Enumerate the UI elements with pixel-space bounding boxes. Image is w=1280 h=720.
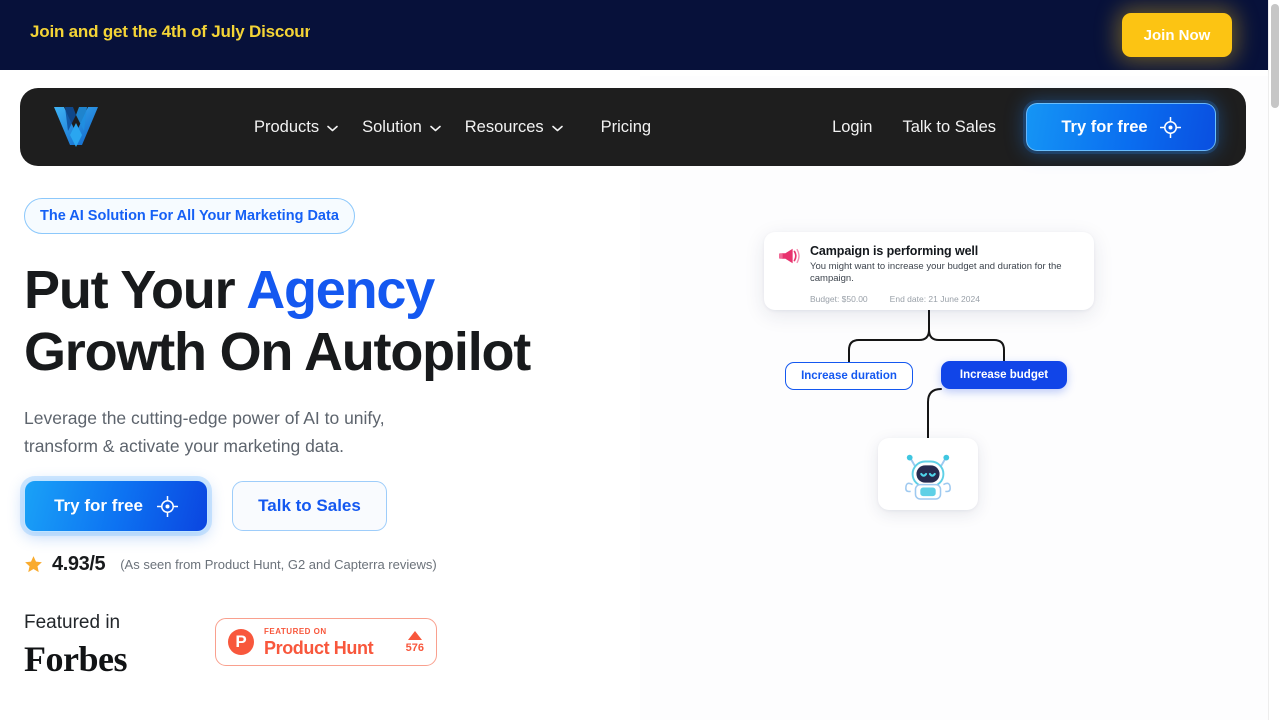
talk-to-sales-link[interactable]: Talk to Sales xyxy=(902,118,996,137)
featured-in-label: Featured in xyxy=(24,612,121,633)
nav-try-for-free-button[interactable]: Try for free xyxy=(1026,103,1216,151)
product-hunt-badge[interactable]: P FEATURED ON Product Hunt 576 xyxy=(215,618,437,666)
nav-item-solution-label: Solution xyxy=(362,117,422,136)
login-link[interactable]: Login xyxy=(832,118,872,137)
chevron-down-icon xyxy=(551,125,563,132)
hero-talk-to-sales-label: Talk to Sales xyxy=(258,496,361,515)
chevron-down-icon xyxy=(327,125,338,132)
product-hunt-kicker: FEATURED ON xyxy=(264,626,327,636)
headline-accent-word: Agency xyxy=(246,260,435,320)
hero-illustration: Campaign is performing well You might wa… xyxy=(640,180,1268,600)
page-scrollbar[interactable] xyxy=(1268,0,1280,720)
flow-node-increase-duration[interactable]: Increase duration xyxy=(785,362,913,390)
flow-node-increase-duration-label: Increase duration xyxy=(801,370,897,382)
chevron-down-icon xyxy=(429,125,441,132)
hero-cta-row: Try for free Talk to Sales xyxy=(24,480,387,532)
hero-badge-label: The AI Solution For All Your Marketing D… xyxy=(40,208,339,224)
nav-item-products-label: Products xyxy=(254,117,320,136)
megaphone-icon xyxy=(778,246,800,266)
page-root: Join and get the 4th of July Discount Jo… xyxy=(0,0,1268,720)
nav-try-for-free-label: Try for free xyxy=(1061,117,1148,136)
flow-node-increase-budget-label: Increase budget xyxy=(959,369,1049,381)
featured-in-section: Featured in Forbes P FEATURED ON Product… xyxy=(24,610,437,680)
brand-logo-icon[interactable] xyxy=(52,105,100,149)
campaign-card-meta: Budget: $50.00 End date: 21 June 2024 xyxy=(810,294,1080,304)
upvote-triangle-icon xyxy=(407,630,422,640)
hero-subheading: Leverage the cutting-edge power of AI to… xyxy=(24,408,385,456)
star-icon xyxy=(24,555,43,574)
rating-source-note: (As seen from Product Hunt, G2 and Capte… xyxy=(120,557,437,572)
join-now-button[interactable]: Join Now xyxy=(1122,13,1232,57)
flow-node-increase-budget[interactable]: Increase budget xyxy=(941,361,1067,389)
product-hunt-icon: P xyxy=(228,629,254,655)
rating-score: 4.93/5 xyxy=(52,553,106,575)
headline-line1-prefix: Put Your xyxy=(24,260,247,320)
nav-item-solution[interactable]: Solution xyxy=(362,118,441,137)
headline-line2: Growth On Autopilot xyxy=(24,322,531,382)
rating-row: 4.93/5 (As seen from Product Hunt, G2 an… xyxy=(24,553,437,576)
robot-assistant-icon xyxy=(900,448,956,500)
hero-try-for-free-label: Try for free xyxy=(54,496,143,515)
nav-item-resources[interactable]: Resources xyxy=(465,118,563,137)
page-title: Put Your Agency Growth On Autopilot xyxy=(24,259,644,383)
nav-item-products[interactable]: Products xyxy=(254,118,338,137)
product-hunt-upvote-count: 576 xyxy=(405,641,424,654)
campaign-budget: Budget: $50.00 xyxy=(810,294,868,304)
forbes-logo: Forbes xyxy=(24,639,127,679)
campaign-card-description: You might want to increase your budget a… xyxy=(810,261,1062,284)
announcement-text: Join and get the 4th of July Discount xyxy=(30,22,310,41)
campaign-end-date: End date: 21 June 2024 xyxy=(889,294,980,304)
crosshair-target-icon xyxy=(156,495,179,517)
ai-assistant-card xyxy=(878,438,978,510)
nav-item-pricing[interactable]: Pricing xyxy=(601,118,651,137)
crosshair-target-icon xyxy=(1159,116,1181,138)
main-navbar: Products Solution Resources Pricing Logi… xyxy=(20,88,1246,166)
hero-badge[interactable]: The AI Solution For All Your Marketing D… xyxy=(24,198,355,234)
announcement-banner: Join and get the 4th of July Discount Jo… xyxy=(0,0,1268,70)
product-hunt-upvotes: 576 xyxy=(405,630,424,654)
nav-item-pricing-label: Pricing xyxy=(600,117,652,136)
scrollbar-thumb[interactable] xyxy=(1271,4,1279,108)
product-hunt-name: Product Hunt xyxy=(264,637,374,658)
campaign-card-title: Campaign is performing well xyxy=(810,244,979,258)
nav-menu: Products Solution Resources Pricing xyxy=(254,88,651,166)
nav-actions: Login Talk to Sales Try for free xyxy=(832,88,1216,166)
nav-item-resources-label: Resources xyxy=(464,117,544,136)
hero-talk-to-sales-button[interactable]: Talk to Sales xyxy=(232,481,387,531)
hero-try-for-free-button[interactable]: Try for free xyxy=(24,480,208,532)
campaign-notification-card: Campaign is performing well You might wa… xyxy=(764,232,1094,310)
